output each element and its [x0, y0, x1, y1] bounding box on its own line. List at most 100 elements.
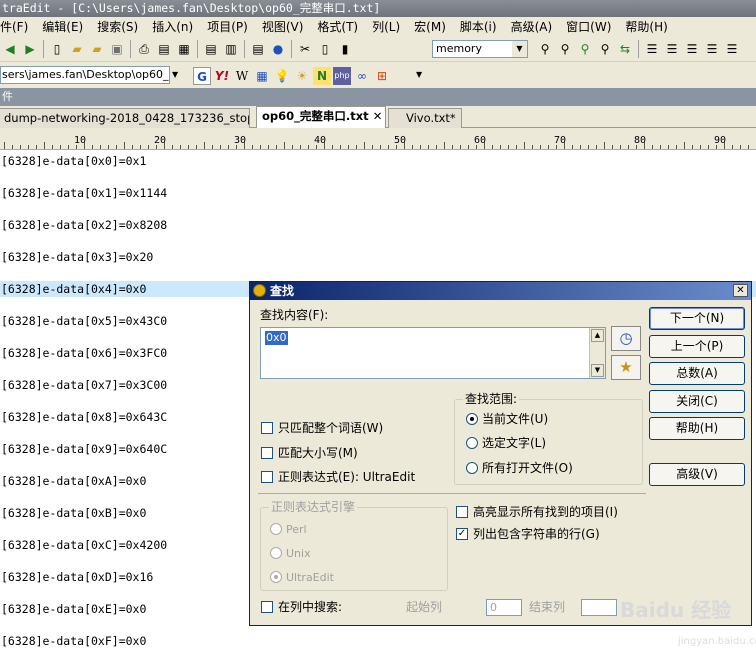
whole-word-checkbox[interactable]	[261, 422, 273, 434]
advanced-button[interactable]: 高级(V)	[649, 463, 745, 486]
save-icon[interactable]: ▣	[108, 40, 126, 58]
scope-current-radio[interactable]	[466, 413, 478, 425]
editor-line[interactable]: [6328]e-data[0x7]=0x3C00	[0, 377, 167, 393]
find-prev-button[interactable]: 上一个(P)	[649, 335, 745, 358]
tab-vivo[interactable]: Vivo.txt*	[388, 108, 462, 128]
paste-icon[interactable]: ▮	[336, 40, 354, 58]
count-button[interactable]: 总数(A)	[649, 362, 745, 385]
perl-radio[interactable]	[270, 523, 282, 535]
open-folder-alt-icon[interactable]: ▰	[88, 40, 106, 58]
menu-script[interactable]: 脚本(i)	[460, 17, 497, 37]
find-in-files-icon[interactable]: ⚲	[596, 40, 614, 58]
binoculars-icon[interactable]: ⚲	[536, 40, 554, 58]
find-next-button[interactable]: 下一个(N)	[649, 307, 745, 330]
unix-radio[interactable]	[270, 547, 282, 559]
align-right-icon[interactable]: ☰	[683, 40, 701, 58]
yahoo-icon[interactable]: Y!	[213, 67, 231, 85]
menu-insert[interactable]: 插入(n)	[152, 17, 193, 37]
path-field[interactable]: sers\james.fan\Desktop\op60_	[0, 66, 170, 84]
document-icon[interactable]: ▤	[202, 40, 220, 58]
link-icon[interactable]: ∞	[353, 67, 371, 85]
align-center-icon[interactable]: ☰	[663, 40, 681, 58]
chevron-down-icon[interactable]: ▼	[512, 41, 527, 57]
justify-icon[interactable]: ☰	[703, 40, 721, 58]
editor-line[interactable]: [6328]e-data[0x8]=0x643C	[0, 409, 167, 425]
menu-macro[interactable]: 宏(M)	[414, 17, 446, 37]
menu-view[interactable]: 视图(V)	[262, 17, 304, 37]
back-arrow-icon[interactable]: ◀	[1, 40, 19, 58]
notes-icon[interactable]: ▤	[249, 40, 267, 58]
chevron-down-icon[interactable]: ▼	[416, 70, 422, 79]
end-column-input[interactable]	[581, 599, 617, 616]
ultraedit-radio[interactable]	[270, 571, 282, 583]
menu-file[interactable]: 件(F)	[0, 17, 28, 37]
scroll-down-icon[interactable]: ▼	[591, 364, 604, 377]
replace-in-files-icon[interactable]: ⇆	[616, 40, 634, 58]
editor-line[interactable]: [6328]e-data[0xC]=0x4200	[0, 537, 167, 553]
indent-icon[interactable]: ☰	[723, 40, 741, 58]
help-button[interactable]: 帮助(H)	[649, 417, 745, 440]
windows-icon[interactable]: ⊞	[373, 67, 391, 85]
scope-selection-radio[interactable]	[466, 437, 478, 449]
tab-dump-networking[interactable]: dump-networking-2018_0428_173236_stop.tx…	[0, 108, 250, 128]
editor-line[interactable]: [6328]e-data[0xB]=0x0	[0, 505, 146, 521]
scope-all-open-radio[interactable]	[466, 462, 478, 474]
close-icon[interactable]: ✕	[373, 109, 383, 123]
editor-line[interactable]: [6328]e-data[0x0]=0x1	[0, 153, 146, 169]
find-input[interactable]: 0x0 ▲ ▼	[260, 327, 606, 379]
menu-edit[interactable]: 编辑(E)	[42, 17, 83, 37]
editor-line[interactable]: [6328]e-data[0x1]=0x1144	[0, 185, 167, 201]
menu-window[interactable]: 窗口(W)	[566, 17, 611, 37]
editor-line[interactable]: [6328]e-data[0x3]=0x20	[0, 249, 153, 265]
hex-mode-icon[interactable]: ▥	[222, 40, 240, 58]
menu-format[interactable]: 格式(T)	[317, 17, 358, 37]
wikipedia-icon[interactable]: W	[233, 67, 251, 85]
menu-project[interactable]: 项目(P)	[207, 17, 248, 37]
editor-line[interactable]: [6328]e-data[0x2]=0x8208	[0, 217, 167, 233]
cut-icon[interactable]: ✂	[296, 40, 314, 58]
editor-line[interactable]: [6328]e-data[0xF]=0x0	[0, 633, 146, 649]
menu-column[interactable]: 列(L)	[372, 17, 400, 37]
google-icon[interactable]: G	[193, 67, 211, 85]
find-replace-icon[interactable]: ⚲	[576, 40, 594, 58]
dictionary-icon[interactable]: ▦	[253, 67, 271, 85]
tab-op60[interactable]: op60_完整串口.txt ✕	[256, 106, 386, 129]
list-lines-checkbox[interactable]: ✓	[456, 528, 468, 540]
menu-search[interactable]: 搜索(S)	[97, 17, 138, 37]
scroll-up-icon[interactable]: ▲	[591, 329, 604, 342]
chevron-down-icon[interactable]: ▼	[172, 70, 178, 79]
forward-arrow-icon[interactable]: ▶	[21, 40, 39, 58]
editor-line[interactable]: [6328]e-data[0xD]=0x16	[0, 569, 153, 585]
editor-line[interactable]: [6328]e-data[0x6]=0x3FC0	[0, 345, 167, 361]
scrollbar[interactable]: ▲ ▼	[589, 328, 605, 378]
find-next-icon[interactable]: ⚲	[556, 40, 574, 58]
find-combo[interactable]: memory ▼	[432, 40, 528, 58]
editor-line[interactable]: [6328]e-data[0xE]=0x0	[0, 601, 146, 617]
editor-line[interactable]: [6328]e-data[0x9]=0x640C	[0, 441, 167, 457]
close-button[interactable]: 关闭(C)	[649, 390, 745, 413]
start-column-input[interactable]: 0	[486, 599, 522, 616]
close-icon[interactable]: ✕	[733, 284, 748, 297]
sunrise-icon[interactable]: ☀	[293, 67, 311, 85]
editor-line[interactable]: [6328]e-data[0xA]=0x0	[0, 473, 146, 489]
print-preview-icon[interactable]: ▤	[155, 40, 173, 58]
menu-advanced[interactable]: 高级(A)	[511, 17, 553, 37]
print-icon[interactable]: ⎙	[135, 40, 153, 58]
page-setup-icon[interactable]: ▦	[175, 40, 193, 58]
history-icon[interactable]: ◷	[611, 326, 641, 351]
match-case-checkbox[interactable]	[261, 447, 273, 459]
star-icon[interactable]: ★	[611, 355, 641, 380]
web-browser-icon[interactable]: ●	[269, 40, 287, 58]
editor-line[interactable]: [6328]e-data[0x5]=0x43C0	[0, 313, 167, 329]
notepad-icon[interactable]: N	[313, 67, 331, 85]
copy-icon[interactable]: ▯	[316, 40, 334, 58]
lightbulb-icon[interactable]: 💡	[273, 67, 291, 85]
align-left-icon[interactable]: ☰	[643, 40, 661, 58]
regex-checkbox[interactable]	[261, 471, 273, 483]
menu-help[interactable]: 帮助(H)	[625, 17, 667, 37]
highlight-all-checkbox[interactable]	[456, 506, 468, 518]
open-folder-icon[interactable]: ▰	[68, 40, 86, 58]
new-file-icon[interactable]: ▯	[48, 40, 66, 58]
column-search-checkbox[interactable]	[261, 601, 273, 613]
php-icon[interactable]: php	[333, 67, 351, 85]
